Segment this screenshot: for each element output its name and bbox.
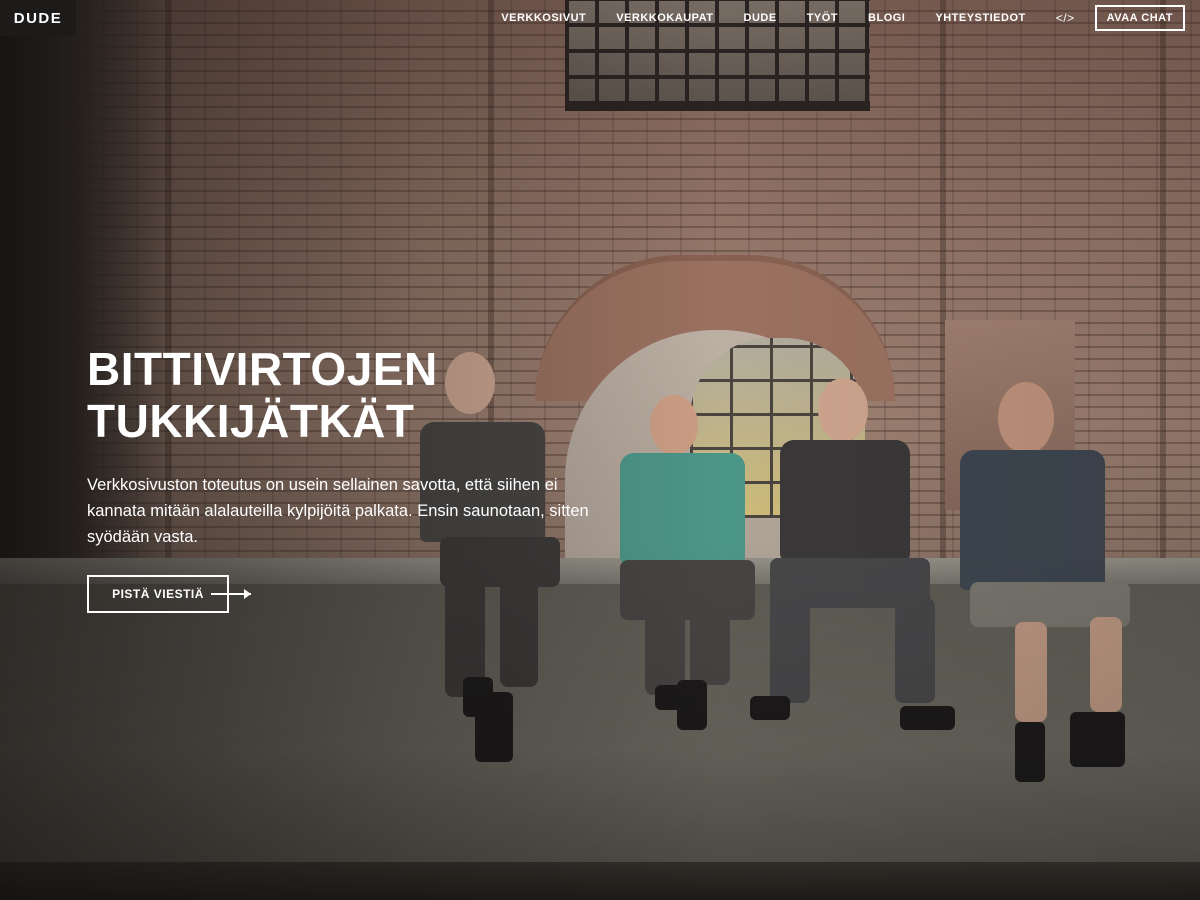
nav-item-verkkokaupat[interactable]: VERKKOKAUPAT: [616, 12, 713, 24]
hero-overlay: [0, 0, 1200, 900]
open-chat-button[interactable]: AVAA CHAT: [1094, 5, 1185, 31]
nav-item-tyot[interactable]: TYÖT: [807, 12, 838, 24]
logo[interactable]: DUDE: [0, 0, 76, 36]
send-message-button[interactable]: PISTÄ VIESTIÄ: [87, 575, 229, 613]
contact-cta[interactable]: PISTÄ VIESTIÄ: [87, 575, 251, 613]
hero-headline: BITTIVIRTOJEN TUKKIJÄTKÄT: [87, 343, 487, 447]
hero-section: DUDE VERKKOSIVUT VERKKOKAUPAT DUDE TYÖT …: [0, 0, 1200, 900]
nav-item-blogi[interactable]: BLOGI: [868, 12, 905, 24]
main-navigation: VERKKOSIVUT VERKKOKAUPAT DUDE TYÖT BLOGI…: [501, 0, 1200, 36]
code-icon[interactable]: </>: [1056, 11, 1075, 25]
hero-lead-text: Verkkosivuston toteutus on usein sellain…: [87, 476, 589, 546]
nav-item-yhteystiedot[interactable]: YHTEYSTIEDOT: [935, 12, 1025, 24]
nav-item-dude[interactable]: DUDE: [744, 12, 777, 24]
nav-item-verkkosivut[interactable]: VERKKOSIVUT: [501, 12, 586, 24]
arrow-right-icon: [211, 589, 251, 599]
hero-headline-line-1: BITTIVIRTOJEN: [87, 343, 438, 395]
hero-headline-line-2: TUKKIJÄTKÄT: [87, 395, 415, 447]
